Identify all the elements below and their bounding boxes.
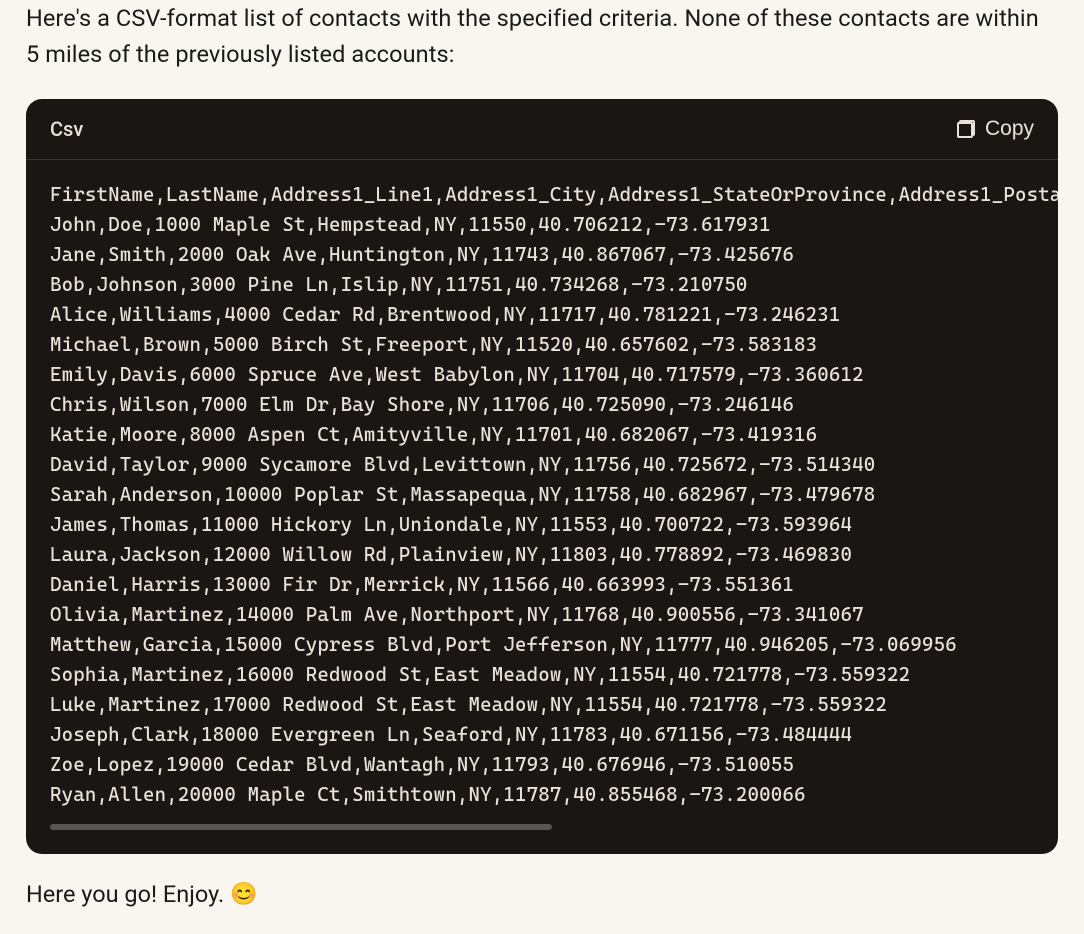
copy-icon — [957, 120, 975, 138]
code-block-header: Csv Copy — [26, 99, 1058, 160]
copy-button-label: Copy — [985, 117, 1034, 141]
smile-emoji: 😊 — [230, 882, 257, 907]
code-language-label: Csv — [50, 117, 83, 141]
copy-button[interactable]: Copy — [957, 117, 1034, 141]
closing-text-content: Here you go! Enjoy. — [26, 880, 224, 908]
code-content-scroll[interactable]: FirstName,LastName,Address1_Line1,Addres… — [26, 160, 1058, 854]
closing-paragraph: Here you go! Enjoy. 😊 — [26, 880, 1058, 908]
horizontal-scrollbar[interactable] — [50, 824, 552, 830]
intro-paragraph: Here's a CSV-format list of contacts wit… — [26, 0, 1058, 73]
csv-code-text: FirstName,LastName,Address1_Line1,Addres… — [50, 180, 1034, 810]
code-block: Csv Copy FirstName,LastName,Address1_Lin… — [26, 99, 1058, 854]
